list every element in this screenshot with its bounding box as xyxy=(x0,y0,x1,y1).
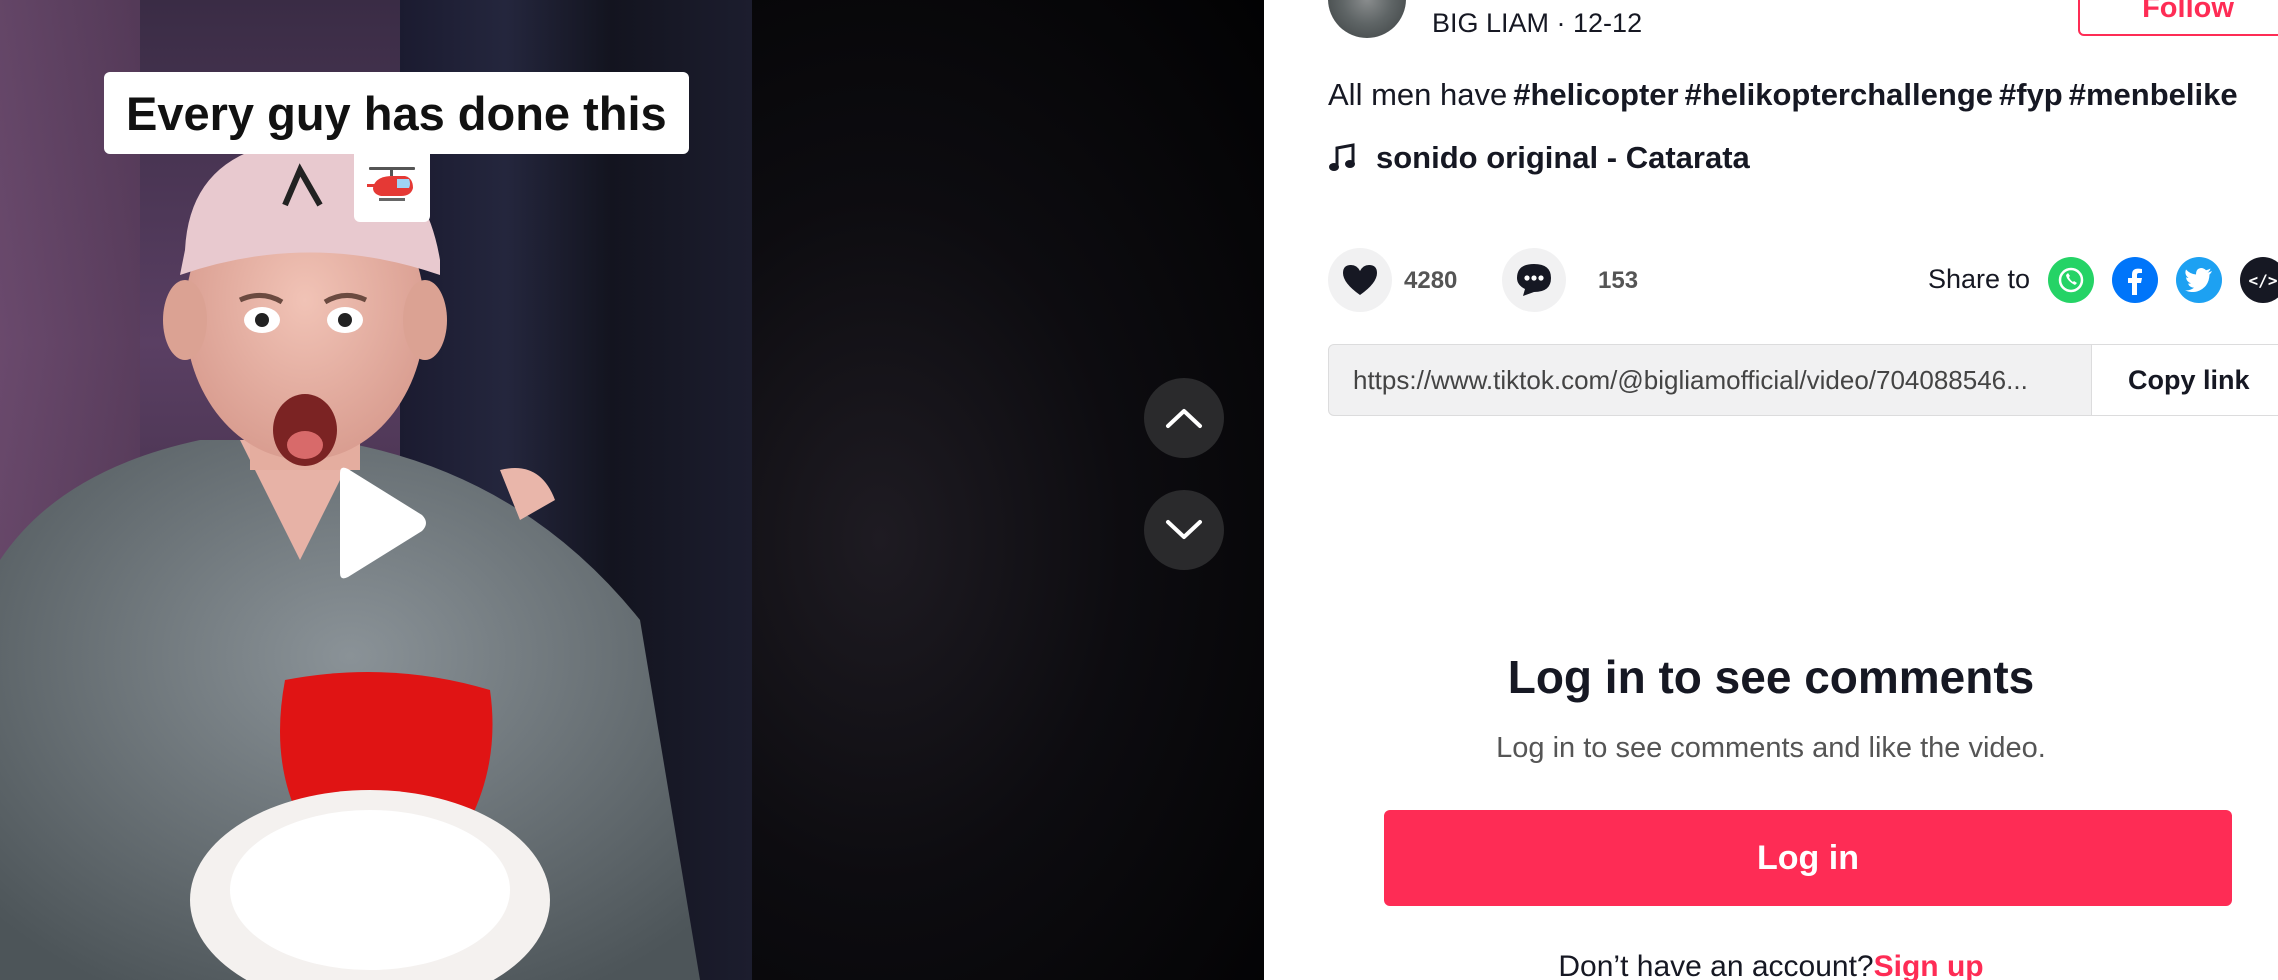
sign-up-link[interactable]: Sign up xyxy=(1874,950,1984,980)
copy-link-button[interactable]: Copy link xyxy=(2091,345,2278,415)
hashtag-link[interactable]: #helikopterchallenge xyxy=(1685,77,1993,112)
music-note-icon xyxy=(1329,143,1355,171)
log-in-button[interactable]: Log in xyxy=(1384,810,2232,906)
facebook-icon[interactable] xyxy=(2112,257,2158,303)
author-name-and-date[interactable]: BIG LIAM · 12-12 xyxy=(1432,8,1642,39)
sound-link[interactable]: sonido original - Catarata xyxy=(1328,140,1750,176)
like-button[interactable] xyxy=(1328,248,1392,312)
like-count: 4280 xyxy=(1404,267,1458,294)
sound-label: sonido original - Catarata xyxy=(1376,140,1750,175)
follow-button[interactable]: Follow xyxy=(2078,0,2278,36)
hashtag-link[interactable]: #helicopter xyxy=(1513,77,1678,112)
whatsapp-icon[interactable] xyxy=(2048,257,2094,303)
embed-icon[interactable]: </> xyxy=(2240,257,2278,303)
video-frame[interactable]: Every guy has done this xyxy=(0,0,752,980)
comment-bubble-icon xyxy=(1517,264,1551,296)
twitter-icon[interactable] xyxy=(2176,257,2222,303)
next-video-button[interactable] xyxy=(1144,490,1224,570)
description-text: All men have xyxy=(1328,77,1508,112)
video-caption-overlay: Every guy has done this xyxy=(104,72,689,154)
helicopter-emoji-icon xyxy=(354,150,430,222)
chevron-up-icon xyxy=(1166,409,1202,428)
signup-prompt-text: Don’t have an account? xyxy=(1558,950,1874,980)
share-label: Share to xyxy=(1928,264,2031,294)
tiktok-video-page: Every guy has done this BIG LIAM · 12-12… xyxy=(0,0,2278,980)
signup-prompt: Don’t have an account?Sign up xyxy=(1264,950,2278,980)
comment-count: 153 xyxy=(1598,267,1639,294)
video-player[interactable]: Every guy has done this xyxy=(0,0,1264,980)
hashtag-link[interactable]: #fyp xyxy=(1999,77,2063,112)
video-url-field[interactable]: https://www.tiktok.com/@bigliamofficial/… xyxy=(1329,365,2091,396)
video-description: All men have #helicopter #helikopterchalle… xyxy=(1328,77,2238,113)
previous-video-button[interactable] xyxy=(1144,378,1224,458)
login-prompt-title: Log in to see comments xyxy=(1507,651,2035,703)
hashtag-link[interactable]: #menbelike xyxy=(2069,77,2238,112)
heart-icon xyxy=(1343,265,1377,295)
author-avatar[interactable] xyxy=(1328,0,1406,38)
comment-button[interactable] xyxy=(1502,248,1566,312)
login-prompt-subtitle: Log in to see comments and like the vide… xyxy=(1496,732,2046,764)
chevron-down-icon xyxy=(1166,520,1202,539)
share-link-box: https://www.tiktok.com/@bigliamofficial/… xyxy=(1328,344,2278,416)
video-details-panel: BIG LIAM · 12-12 Follow All men have #hel… xyxy=(1264,0,2278,980)
play-icon[interactable] xyxy=(330,465,430,581)
